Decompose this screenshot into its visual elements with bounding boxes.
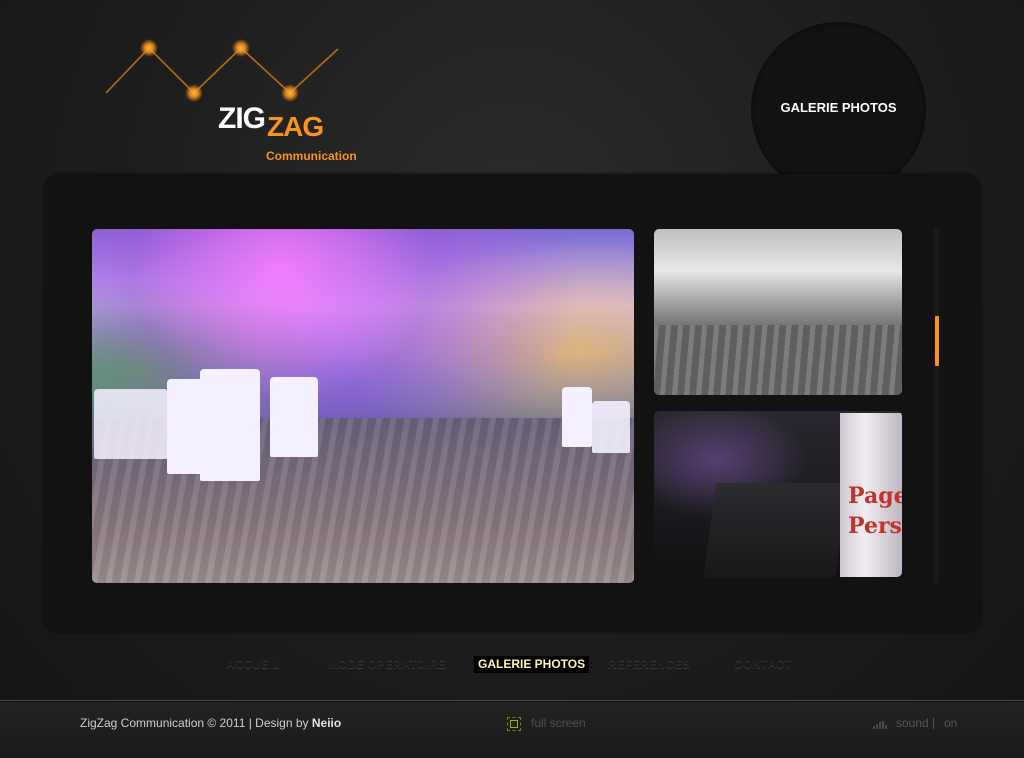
thumbnail-bw[interactable] xyxy=(654,229,902,395)
fullscreen-icon[interactable] xyxy=(507,717,521,731)
display-text: Page Perso xyxy=(848,481,902,541)
main-photo[interactable] xyxy=(92,229,634,583)
copyright-text: ZigZag Communication © 2011 | Design by xyxy=(80,716,309,730)
sound-label[interactable]: sound xyxy=(896,716,929,730)
nav-item-accueil[interactable]: ACCUEIL xyxy=(226,656,279,673)
display-text-line2: Perso xyxy=(848,513,902,539)
chair xyxy=(94,389,168,459)
chair xyxy=(562,387,592,447)
logo[interactable]: ZIG ZAG Communication xyxy=(100,35,370,170)
chair xyxy=(200,369,260,481)
fullscreen-button[interactable]: full screen xyxy=(531,716,586,730)
bar-counter xyxy=(703,483,849,577)
nav-item-mode-operatoire[interactable]: MODE OPERATOIRE xyxy=(328,656,446,673)
section-title-circle: GALERIE PHOTOS xyxy=(751,22,926,197)
display-text-line1: Page xyxy=(848,483,902,509)
logo-zag-text: ZAG xyxy=(267,111,324,142)
sound-icon[interactable] xyxy=(873,721,887,729)
nav-separator: : xyxy=(590,657,594,671)
nav-item-contact[interactable]: CONTACT xyxy=(734,656,792,673)
main-nav: ACCUEIL : MODE OPERATOIRE : GALERIE PHOT… xyxy=(0,656,1024,676)
logo-tagline: Communication xyxy=(266,149,357,163)
nav-separator: : xyxy=(716,657,720,671)
section-title: GALERIE PHOTOS xyxy=(780,100,897,115)
nav-item-references[interactable]: REFERENCES xyxy=(608,656,690,673)
copyright: ZigZag Communication © 2011 | Design by … xyxy=(80,716,341,730)
gallery-scrollbar-track[interactable] xyxy=(934,229,939,583)
nav-separator: : xyxy=(465,657,469,671)
sound-toggle[interactable]: on xyxy=(944,716,957,730)
nav-item-galerie-photos[interactable]: GALERIE PHOTOS xyxy=(474,656,590,673)
sound-separator xyxy=(933,718,934,729)
thumbnail-dark[interactable]: Page Perso xyxy=(654,411,902,577)
gallery-scrollbar-thumb[interactable] xyxy=(935,316,939,366)
logo-zig-text: ZIG xyxy=(218,102,266,135)
chair xyxy=(270,377,318,457)
thumbnail-bw-floor xyxy=(654,325,902,395)
chair xyxy=(592,401,630,453)
nav-separator: : xyxy=(309,657,313,671)
designer-link[interactable]: Neiio xyxy=(312,716,341,730)
